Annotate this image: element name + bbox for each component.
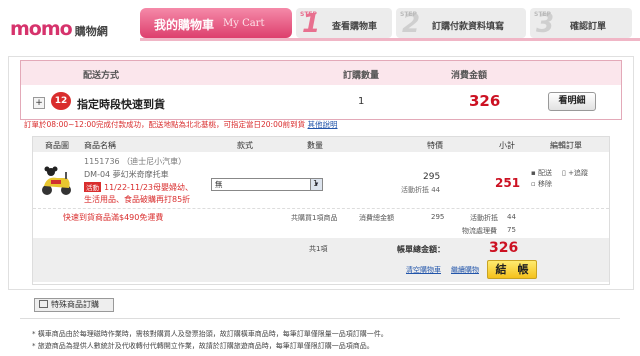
delivery-type: 指定時段快速到貨 <box>77 98 165 111</box>
total-label: 帳單總金額： <box>397 245 445 254</box>
product-qty: 1 <box>313 179 319 188</box>
order-amount: 326 <box>469 92 501 110</box>
step-title: 查看購物車 <box>332 22 378 32</box>
momo-logo[interactable]: momo 購物網 <box>10 18 108 40</box>
checkout-button[interactable]: 結 帳 <box>487 260 537 279</box>
promo-text-2[interactable]: 生活用品、食品破購再打85折 <box>84 194 190 205</box>
track-link-label: +追蹤 <box>568 169 588 177</box>
col-qty: 數量 <box>307 141 323 150</box>
promo-badge: 活動 <box>84 182 101 192</box>
col-subtotal: 小計 <box>499 141 515 150</box>
header-divider <box>140 38 640 41</box>
product-subtotal: 251 <box>495 176 521 190</box>
logo-mark: momo <box>10 18 73 40</box>
product-id[interactable]: 1151736 （迪士尼小汽車） <box>84 156 186 167</box>
delivery-link[interactable]: ▪ 配送 <box>531 168 552 178</box>
step-2-fill-info: 2 STEP 訂購付款資料填寫 <box>396 8 526 39</box>
col-name: 商品名稱 <box>84 141 116 150</box>
footer-divider <box>20 318 620 319</box>
my-cart-title-en: My Cart <box>223 18 265 29</box>
free-shipping-promo[interactable]: 快速到貨商品滿$490免運費 <box>63 212 163 223</box>
step-label: STEP <box>400 11 417 18</box>
remove-link[interactable]: ▫ 移除 <box>531 179 552 189</box>
page-header: momo 購物網 我的購物車 My Cart 1 STEP 查看購物車 2 STE… <box>0 0 640 44</box>
product-name[interactable]: DM-04 夢幻米奇摩托車 <box>84 169 169 180</box>
col-amount: 消費金額 <box>451 71 488 81</box>
discount-label: 活動折抵 <box>470 214 498 222</box>
view-details-button[interactable]: 看明細 <box>548 92 596 111</box>
col-price: 特價 <box>427 141 443 150</box>
order-items-box: 商品圖 商品名稱 款式 數量 特價 小計 編輯訂單 1151736 （迪士尼小汽… <box>32 136 610 285</box>
track-link[interactable]: ▯ +追蹤 <box>562 168 588 178</box>
col-order-qty: 訂購數量 <box>343 71 380 81</box>
item-count: 共1項 <box>309 245 328 253</box>
delivery-link-label: 配送 <box>537 169 552 177</box>
step-title: 訂購付款資料填寫 <box>432 22 505 32</box>
delivery-row: + 12 指定時段快速到貨 1 326 看明細 <box>21 87 621 117</box>
my-cart-tab[interactable]: 我的購物車 My Cart <box>140 8 292 38</box>
product-discount: 活動折抵 44 <box>401 186 441 194</box>
delivery-note-text: 訂單於08:00~12:00完成付款成功，配送地點為北北基桃，可指定當日20:0… <box>24 120 306 129</box>
expand-toggle[interactable]: + <box>33 97 45 109</box>
document-icon: ▯ <box>562 169 566 177</box>
continue-shopping-link[interactable]: 繼續購物 <box>451 265 479 275</box>
logistics-label: 物流處理費 <box>462 227 497 235</box>
step-label: STEP <box>300 11 317 18</box>
col-image: 商品圖 <box>45 141 69 150</box>
col-delivery-method: 配送方式 <box>83 71 120 81</box>
other-info-link[interactable]: 其他說明 <box>308 120 338 129</box>
subtotal-row: 快速到貨商品滿$490免運費 共購買1項商品 消費總金額 295 活動折抵 44… <box>33 208 609 239</box>
logo-name: 購物網 <box>74 25 108 38</box>
logistics-value: 75 <box>507 226 516 234</box>
footer-note-1: * 橫車商品由於每理磁時作業時，需核對購買人及發票抬頭，故訂購橫車商品時，每筆訂… <box>32 330 388 338</box>
trash-icon: ▫ <box>531 180 536 188</box>
product-row: 1151736 （迪士尼小汽車） DM-04 夢幻米奇摩托車 活動 11/22-… <box>33 152 609 208</box>
style-value: 無 <box>215 180 223 189</box>
items-header: 商品圖 商品名稱 款式 數量 特價 小計 編輯訂單 <box>33 137 609 152</box>
special-order-label: 特殊商品訂購 <box>51 300 99 309</box>
delivery-summary-box: 配送方式 訂購數量 消費金額 + 12 指定時段快速到貨 1 326 看明細 <box>20 60 622 120</box>
step-1-view-cart: 1 STEP 查看購物車 <box>296 8 392 39</box>
delivery-note: 訂單於08:00~12:00完成付款成功，配送地點為北北基桃，可指定當日20:0… <box>24 119 338 130</box>
box-icon <box>39 300 48 308</box>
total-row: 共1項 帳單總金額： 326 清空購物車 繼續購物 結 帳 <box>33 238 609 282</box>
step-title: 確認訂單 <box>570 22 607 32</box>
my-cart-title: 我的購物車 <box>154 18 215 32</box>
col-style: 款式 <box>237 141 253 150</box>
discount-value: 44 <box>507 213 516 221</box>
twelve-hour-delivery-icon: 12 <box>51 92 71 110</box>
buy-count: 共購買1項商品 <box>291 214 338 222</box>
product-image[interactable] <box>39 166 75 196</box>
product-price: 295 <box>423 172 441 182</box>
special-order-button[interactable]: 特殊商品訂購 <box>34 298 114 312</box>
summary-header: 配送方式 訂購數量 消費金額 <box>21 61 621 85</box>
step-3-confirm: 3 STEP 確認訂單 <box>530 8 632 39</box>
truck-icon: ▪ <box>531 169 536 177</box>
remove-link-label: 移除 <box>537 180 552 188</box>
style-select[interactable]: 無 ▾ <box>211 178 323 191</box>
step-label: STEP <box>534 11 551 18</box>
footer-note-2: * 旅遊商品為提供人數統計及代收轉付代轉開立作業，故請於訂購旅遊商品時，每筆訂單… <box>32 342 374 350</box>
consume-label: 消費總金額 <box>359 214 394 222</box>
consume-value: 295 <box>431 213 445 221</box>
col-edit: 編輯訂單 <box>550 141 582 150</box>
clear-cart-link[interactable]: 清空購物車 <box>406 265 441 275</box>
order-quantity: 1 <box>358 96 365 107</box>
promo-text[interactable]: 11/22-11/23母嬰婦幼、 <box>104 182 193 193</box>
total-value: 326 <box>489 240 519 256</box>
